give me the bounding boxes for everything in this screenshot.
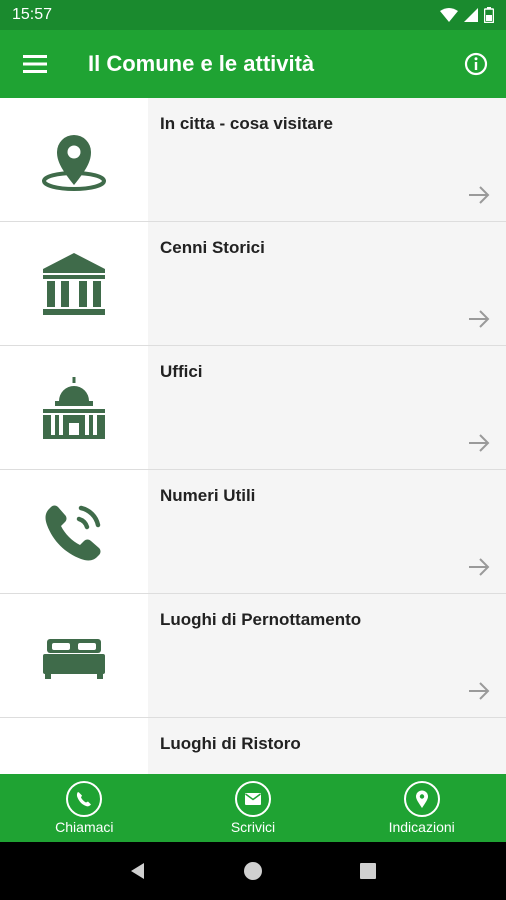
battery-icon (484, 7, 494, 23)
museum-icon (43, 252, 105, 315)
arrow-right-icon (469, 310, 490, 328)
phone-icon (77, 792, 92, 807)
list-item-label: Luoghi di Ristoro (160, 734, 301, 753)
list-item-numeri-utili[interactable]: Numeri Utili (0, 470, 506, 594)
list-item-label: In citta - cosa visitare (160, 114, 333, 133)
wifi-icon (440, 8, 458, 22)
location-pin-icon (415, 790, 428, 808)
list-item-pernottamento[interactable]: Luoghi di Pernottamento (0, 594, 506, 718)
call-label: Chiamaci (55, 819, 114, 835)
info-button[interactable] (446, 30, 506, 98)
home-icon[interactable] (243, 861, 263, 881)
arrow-right-icon (469, 558, 490, 576)
directions-button[interactable]: Indicazioni (337, 774, 506, 842)
status-bar: 15:57 (0, 0, 506, 30)
write-label: Scrivici (230, 819, 276, 835)
menu-button[interactable] (0, 30, 70, 98)
list-item-cosa-visitare[interactable]: In citta - cosa visitare (0, 98, 506, 222)
call-button[interactable]: Chiamaci (0, 774, 169, 842)
list-item-label: Cenni Storici (160, 238, 265, 257)
bottom-action-bar: Chiamaci Scrivici Indicazioni (0, 774, 506, 842)
hamburger-menu-icon (23, 55, 47, 73)
list-item-label: Uffici (160, 362, 203, 381)
menu-list: In citta - cosa visitare Cenni Storici U… (0, 98, 506, 774)
phone-ringing-icon (45, 505, 101, 560)
town-hall-icon (43, 376, 105, 439)
arrow-right-icon (469, 682, 490, 700)
map-pin-icon (42, 134, 106, 191)
list-item-uffici[interactable]: Uffici (0, 346, 506, 470)
status-icons (440, 7, 494, 23)
system-navigation-bar (0, 842, 506, 900)
recents-icon[interactable] (358, 861, 378, 881)
app-bar: Il Comune e le attività (0, 30, 506, 98)
page-title: Il Comune e le attività (88, 51, 315, 76)
list-item-cenni-storici[interactable]: Cenni Storici (0, 222, 506, 346)
directions-label: Indicazioni (388, 819, 455, 835)
back-icon[interactable] (128, 861, 148, 881)
list-item-label: Numeri Utili (160, 486, 256, 505)
list-item-ristoro[interactable]: Luoghi di Ristoro (0, 718, 506, 774)
arrow-right-icon (469, 186, 490, 204)
mail-icon (245, 793, 261, 805)
status-time: 15:57 (12, 6, 53, 23)
signal-icon (464, 8, 478, 22)
info-icon (464, 52, 488, 76)
write-button[interactable]: Scrivici (169, 774, 338, 842)
list-item-label: Luoghi di Pernottamento (160, 610, 362, 629)
bed-icon (43, 638, 105, 679)
arrow-right-icon (469, 434, 490, 452)
